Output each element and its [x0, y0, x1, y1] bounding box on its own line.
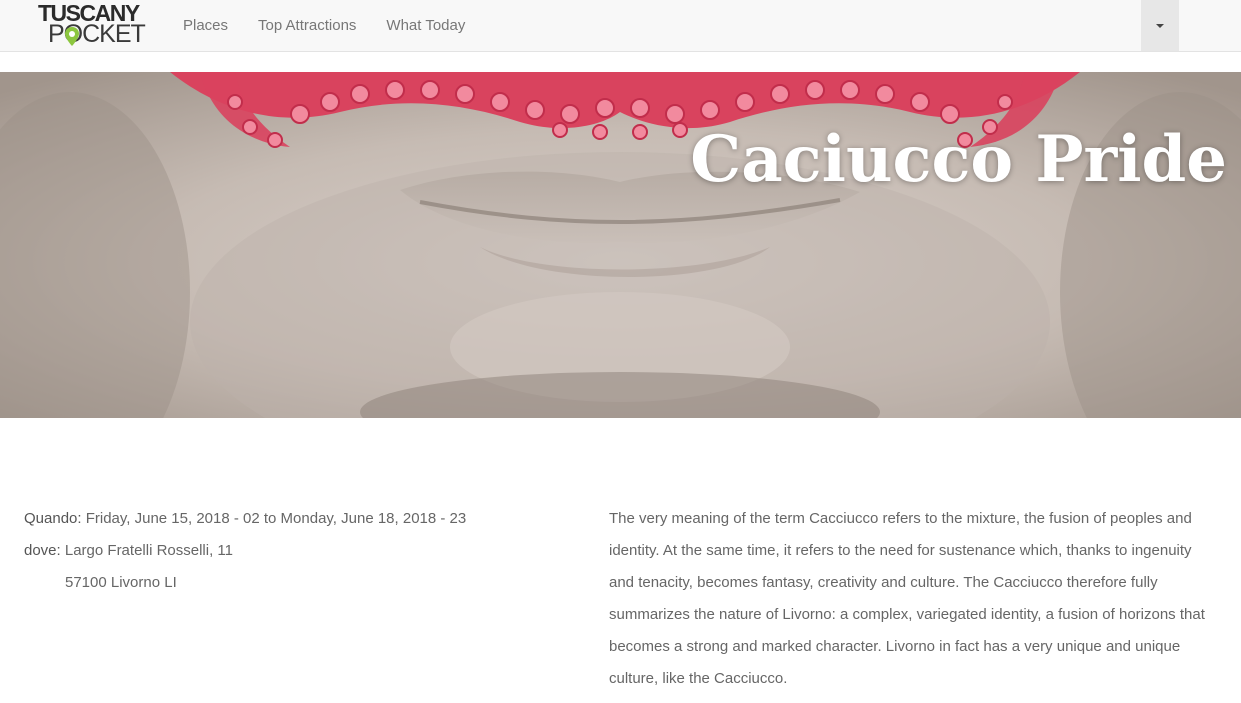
where-address-line1: Largo Fratelli Rosselli, 11	[60, 542, 233, 559]
event-info: Quando: Friday, June 15, 2018 - 02 to Mo…	[24, 503, 584, 599]
dropdown-toggle[interactable]	[1141, 0, 1179, 51]
map-pin-icon	[65, 27, 79, 46]
event-when-row: Quando: Friday, June 15, 2018 - 02 to Mo…	[24, 503, 584, 535]
when-value: Friday, June 15, 2018 - 02 to Monday, Ju…	[81, 510, 467, 527]
where-address-line2: 57100 Livorno LI	[65, 574, 177, 591]
event-where-row: dove: Largo Fratelli Rosselli, 11	[24, 535, 584, 567]
event-description: The very meaning of the term Cacciucco r…	[609, 510, 1205, 687]
caret-down-icon	[1156, 23, 1164, 28]
hero-banner: Caciucco Pride	[0, 72, 1241, 418]
when-label: Quando:	[24, 510, 82, 527]
where-label: dove:	[24, 542, 61, 559]
nav-item-what-today[interactable]: What Today	[371, 0, 480, 52]
main-nav: Places Top Attractions What Today	[168, 0, 480, 52]
nav-item-top-attractions[interactable]: Top Attractions	[243, 0, 371, 52]
nav-item-places[interactable]: Places	[168, 0, 243, 52]
event-title: Caciucco Pride	[690, 122, 1227, 197]
brand-logo[interactable]: TUSCANY POCKET	[38, 0, 154, 52]
top-navbar: TUSCANY POCKET Places Top Attractions Wh…	[0, 0, 1241, 52]
